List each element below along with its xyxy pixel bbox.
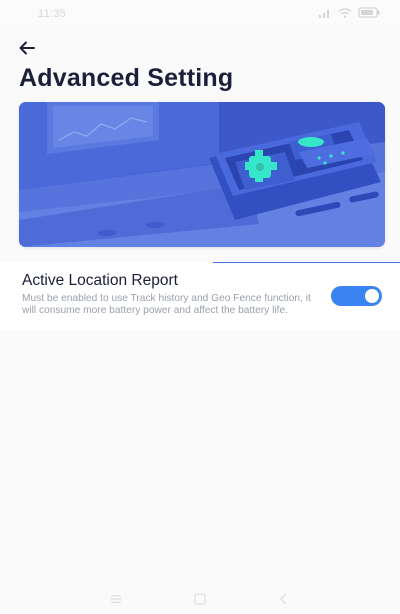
nav-menu-icon[interactable] — [109, 592, 123, 606]
toggle-knob — [365, 289, 379, 303]
status-time: 11:35 — [38, 8, 67, 20]
nav-home-icon[interactable] — [193, 592, 207, 606]
system-nav-bar — [0, 584, 400, 614]
nav-back-icon[interactable] — [277, 592, 291, 606]
status-bar: 11:35 — [0, 0, 400, 28]
page-title: Advanced Setting — [19, 64, 234, 92]
battery-icon — [358, 7, 380, 18]
signal-icon — [319, 9, 329, 18]
setting-description: Must be enabled to use Track history and… — [22, 293, 311, 316]
wifi-icon — [338, 7, 352, 18]
setting-title: Active Location Report — [22, 272, 178, 289]
screen: 11:35 Advanced Setting Active Location R… — [0, 0, 400, 614]
hero-illustration — [19, 102, 385, 247]
status-icons — [318, 7, 380, 18]
active-location-report-toggle[interactable] — [331, 286, 382, 306]
divider — [213, 262, 400, 263]
back-button[interactable] — [19, 37, 45, 59]
arrow-left-icon — [19, 41, 35, 55]
